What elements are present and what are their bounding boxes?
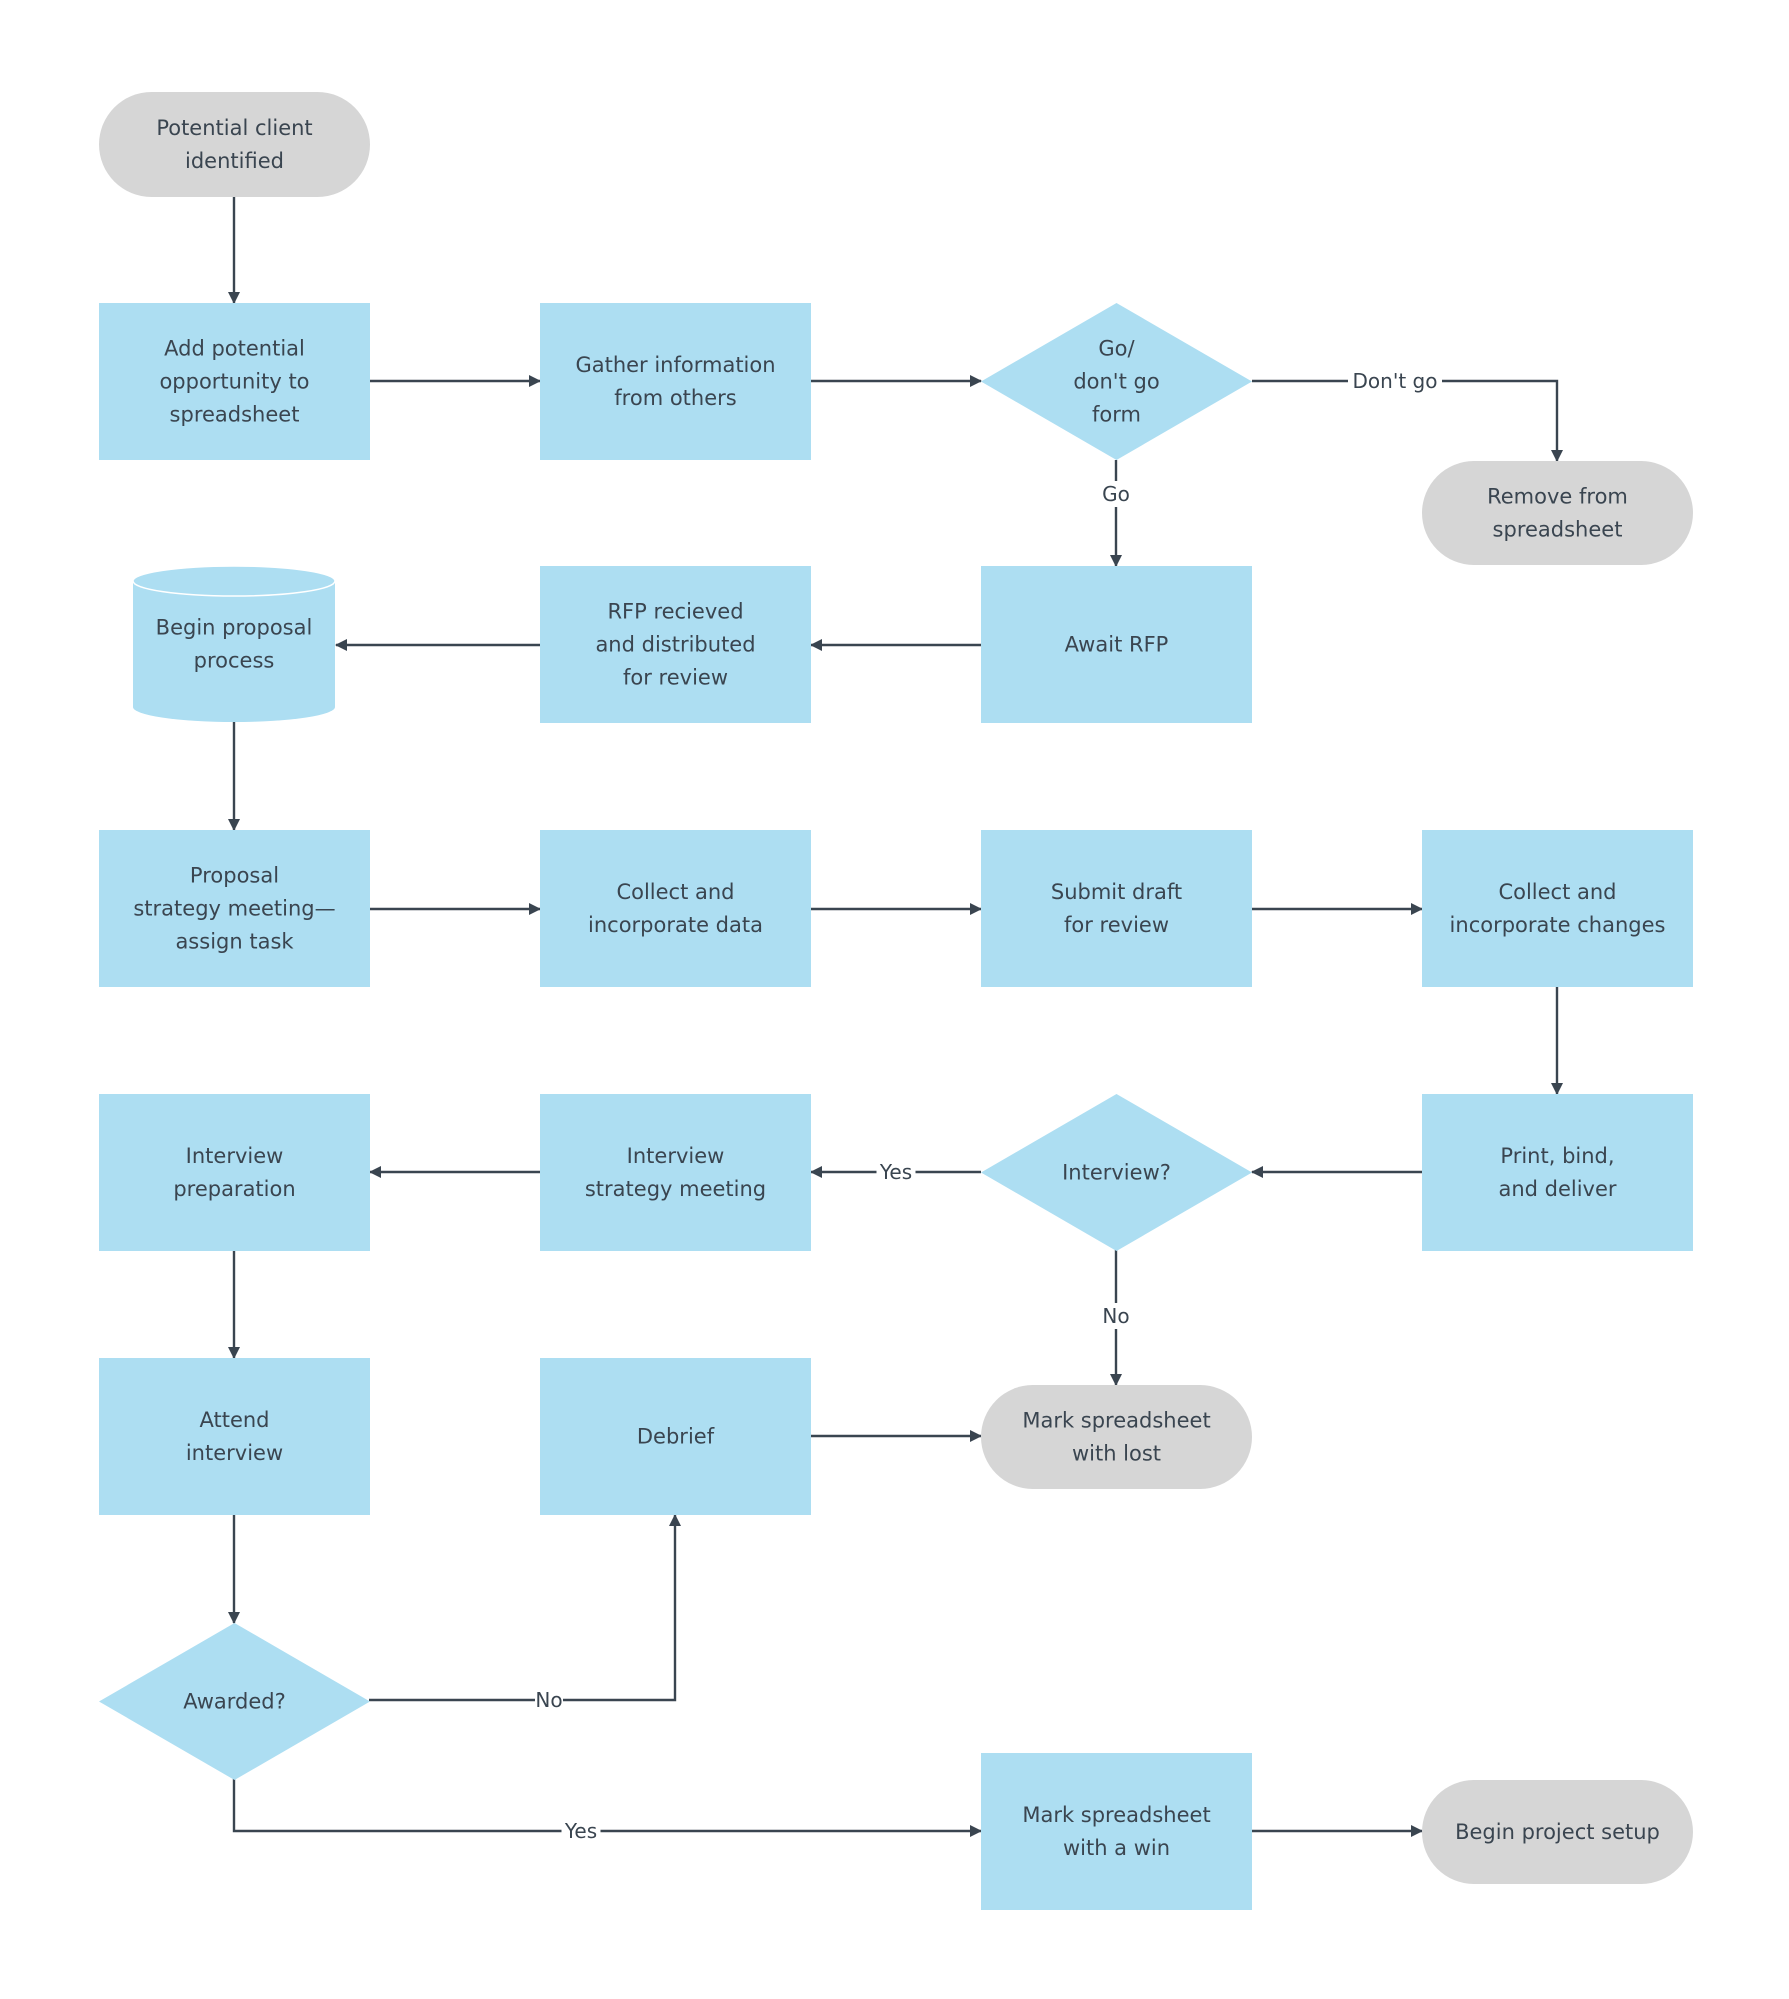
connector-awarded-to-win[interactable]	[232, 1778, 982, 1837]
node-label-line: preparation	[173, 1177, 295, 1201]
node-begin-database[interactable]: Begin proposal process	[132, 565, 336, 722]
node-debrief-process[interactable]: Debrief	[540, 1358, 811, 1515]
node-label-line: Go/	[1098, 337, 1135, 361]
node-collectdata-process[interactable]: Collect and incorporate data	[540, 830, 811, 987]
node-submit-process[interactable]: Submit draft for review	[981, 830, 1252, 987]
edge-label: Don't go	[1353, 369, 1438, 393]
node-label-line: Gather information	[575, 353, 775, 377]
database-shape	[133, 566, 335, 722]
process-shape	[540, 830, 811, 987]
node-strategy-process[interactable]: Proposal strategy meeting— assign task	[99, 830, 370, 987]
node-label-line: identified	[185, 149, 284, 173]
edge-label: Go	[1102, 482, 1130, 506]
node-label-line: and deliver	[1498, 1177, 1616, 1201]
terminal-shape	[1422, 461, 1693, 565]
node-label-line: Interview	[186, 1144, 284, 1168]
node-interviewq-decision[interactable]: Interview?	[981, 1094, 1252, 1251]
node-label-line: Await RFP	[1065, 633, 1169, 657]
node-label-line: Mark spreadsheet	[1022, 1409, 1210, 1433]
terminal-shape	[99, 92, 370, 197]
node-label-line: with lost	[1072, 1442, 1161, 1466]
node-label-line: form	[1092, 403, 1141, 427]
node-rfp-process[interactable]: RFP recieved and distributed for review	[540, 566, 811, 723]
node-label-line: Awarded?	[183, 1690, 286, 1714]
node-label-line: with a win	[1063, 1836, 1170, 1860]
node-label-line: spreadsheet	[1493, 518, 1623, 542]
node-win-process[interactable]: Mark spreadsheet with a win	[981, 1753, 1252, 1910]
terminal-shape	[981, 1385, 1252, 1489]
node-label-line: incorporate changes	[1450, 913, 1666, 937]
edge-label: Yes	[879, 1160, 912, 1184]
node-add-process[interactable]: Add potential opportunity to spreadsheet	[99, 303, 370, 460]
process-shape	[981, 1753, 1252, 1910]
node-label-line: RFP recieved	[607, 600, 743, 624]
node-label-line: Begin project setup	[1455, 1820, 1660, 1844]
node-label-line: don't go	[1073, 370, 1159, 394]
node-label-line: and distributed	[595, 633, 755, 657]
connectors-layer	[228, 197, 1563, 1837]
node-label-line: Add potential	[164, 337, 305, 361]
node-intprep-process[interactable]: Interview preparation	[99, 1094, 370, 1251]
node-label-line: opportunity to	[159, 370, 309, 394]
node-print-process[interactable]: Print, bind, and deliver	[1422, 1094, 1693, 1251]
process-shape	[540, 1094, 811, 1251]
process-shape	[1422, 830, 1693, 987]
node-label-line: Proposal	[190, 864, 279, 888]
node-label-line: Remove from	[1487, 485, 1628, 509]
node-label-line: Attend	[199, 1408, 269, 1432]
node-label-line: Interview	[627, 1144, 725, 1168]
edge-label: No	[535, 1688, 562, 1712]
node-label-line: Interview?	[1062, 1161, 1171, 1185]
node-label-line: process	[194, 649, 275, 673]
edge-label: Yes	[564, 1819, 597, 1843]
node-lost-terminal[interactable]: Mark spreadsheet with lost	[981, 1385, 1252, 1489]
node-label-line: assign task	[175, 930, 294, 954]
edge-label: No	[1102, 1304, 1129, 1328]
node-label-line: Potential client	[156, 116, 312, 140]
node-label-line: for review	[1064, 913, 1169, 937]
node-label-line: Debrief	[637, 1425, 715, 1449]
process-shape	[1422, 1094, 1693, 1251]
node-label-line: from others	[614, 386, 736, 410]
node-collectchanges-process[interactable]: Collect and incorporate changes	[1422, 830, 1693, 987]
node-label-line: Print, bind,	[1500, 1144, 1614, 1168]
node-label-line: Mark spreadsheet	[1022, 1803, 1210, 1827]
connector-awarded-to-debrief[interactable]	[369, 1514, 681, 1702]
process-shape	[99, 1094, 370, 1251]
node-label-line: Collect and	[616, 880, 734, 904]
node-gonogo-decision[interactable]: Go/don't go form	[981, 303, 1252, 460]
node-awarded-decision[interactable]: Awarded?	[99, 1623, 370, 1780]
nodes-layer: Potential client identified Add potential o…	[99, 92, 1693, 1910]
node-gather-process[interactable]: Gather information from others	[540, 303, 811, 460]
node-attend-process[interactable]: Attend interview	[99, 1358, 370, 1515]
process-shape	[99, 1358, 370, 1515]
node-label-line: Submit draft	[1051, 880, 1182, 904]
flowchart-canvas: Potential client identified Add potential o…	[99, 92, 1693, 1910]
node-label-line: incorporate data	[588, 913, 763, 937]
process-shape	[540, 303, 811, 460]
node-start-terminal[interactable]: Potential client identified	[99, 92, 370, 197]
node-label-line: Begin proposal	[156, 616, 313, 640]
node-label-line: strategy meeting	[585, 1177, 766, 1201]
node-intstrategy-process[interactable]: Interview strategy meeting	[540, 1094, 811, 1251]
node-label-line: for review	[623, 666, 728, 690]
node-label-line: Collect and	[1498, 880, 1616, 904]
node-label-line: strategy meeting—	[133, 897, 335, 921]
node-await-process[interactable]: Await RFP	[981, 566, 1252, 723]
node-label-line: spreadsheet	[170, 403, 300, 427]
node-label-line: interview	[186, 1441, 283, 1465]
process-shape	[981, 830, 1252, 987]
node-remove-terminal[interactable]: Remove from spreadsheet	[1422, 461, 1693, 565]
node-setup-terminal[interactable]: Begin project setup	[1422, 1780, 1693, 1884]
